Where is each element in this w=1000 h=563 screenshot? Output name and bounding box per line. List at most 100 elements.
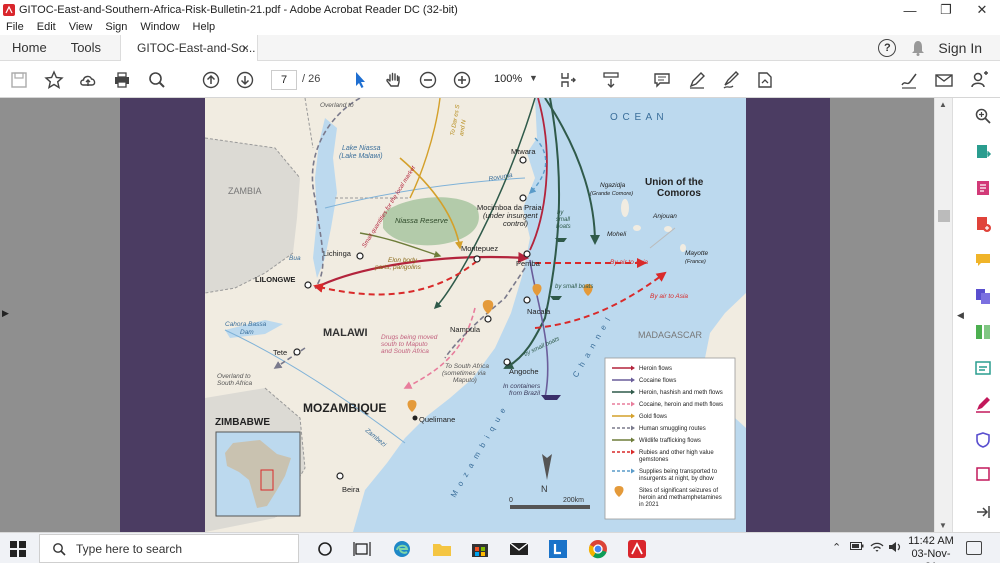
- system-clock[interactable]: 11:42 AM 03-Nov-21: [906, 535, 956, 563]
- label-by: by: [557, 210, 564, 216]
- legend-label: Cocaine, heroin and meth flows: [639, 402, 723, 408]
- protect-icon[interactable]: [973, 430, 993, 450]
- windows-taskbar: Type here to search ⌃ 11:42 AM 03-Nov-21: [0, 532, 1000, 563]
- scroll-mode-icon[interactable]: [600, 69, 622, 91]
- label-boats: boats: [556, 224, 571, 230]
- menu-bar: File Edit View Sign Window Help: [0, 19, 1000, 35]
- print-icon[interactable]: [111, 69, 133, 91]
- microsoft-store-icon[interactable]: [469, 538, 491, 560]
- restore-icon[interactable]: ❐: [928, 0, 964, 20]
- windows-start-icon[interactable]: [9, 540, 27, 558]
- label-overland-sa-2: South Africa: [217, 380, 253, 387]
- zoom-search-icon[interactable]: [973, 106, 993, 126]
- label-nacala: Nacala: [527, 307, 551, 316]
- label-grande-comore: (Grande Comore): [590, 191, 633, 197]
- page-number-input[interactable]: 7: [271, 70, 297, 90]
- label-mtwara: Mtwara: [511, 147, 536, 156]
- task-view-icon[interactable]: [351, 538, 373, 560]
- menu-sign[interactable]: Sign: [99, 21, 134, 33]
- create-pdf-icon[interactable]: [973, 214, 993, 234]
- highlight-pen-icon[interactable]: [686, 69, 708, 91]
- label-by-air-1: By air to Asia: [610, 259, 648, 266]
- legend-label: Human smuggling routes: [639, 426, 706, 432]
- battery-icon[interactable]: [850, 541, 864, 551]
- menu-window[interactable]: Window: [134, 21, 186, 33]
- taskbar-search-box[interactable]: Type here to search: [39, 534, 299, 563]
- wifi-icon[interactable]: [870, 541, 884, 553]
- clock-time: 11:42 AM: [908, 535, 954, 547]
- document-viewer[interactable]: ▶ O C E A N ZAMBIA MALAWI MOZAMBIQUE ZIM…: [0, 98, 952, 532]
- label-tete: Tete: [273, 348, 287, 357]
- menu-help[interactable]: Help: [187, 21, 223, 33]
- pemba-marker: [523, 250, 531, 258]
- tools-pane-collapse-icon[interactable]: ◀: [957, 310, 964, 321]
- export-pdf-icon[interactable]: [973, 142, 993, 162]
- chrome-icon[interactable]: [587, 538, 609, 560]
- organize-pages-icon[interactable]: [973, 322, 993, 342]
- zoom-out-icon[interactable]: [417, 69, 439, 91]
- more-tools-icon[interactable]: [973, 464, 993, 484]
- hand-tool-icon[interactable]: [383, 69, 405, 91]
- draw-freehand-icon[interactable]: [720, 69, 742, 91]
- quelimane-marker: [412, 415, 418, 421]
- tab-close-icon[interactable]: ×: [242, 35, 249, 61]
- volume-icon[interactable]: [888, 541, 902, 553]
- menu-file[interactable]: File: [0, 21, 31, 33]
- close-icon[interactable]: ✕: [964, 0, 1000, 20]
- combine-files-icon[interactable]: [973, 286, 993, 306]
- tete-marker: [293, 348, 301, 356]
- next-page-icon[interactable]: [234, 69, 256, 91]
- zoom-dropdown-caret-icon[interactable]: ▼: [529, 73, 538, 83]
- bookmark-star-icon[interactable]: [43, 69, 65, 91]
- scroll-up-icon[interactable]: ▲: [939, 100, 947, 109]
- edge-browser-icon[interactable]: [391, 538, 413, 560]
- sign-in-button[interactable]: Sign In: [938, 40, 982, 56]
- email-envelope-icon[interactable]: [933, 69, 955, 91]
- upload-cloud-icon[interactable]: [77, 69, 99, 91]
- label-quelimane: Quelimane: [419, 415, 455, 424]
- notifications-bell-icon[interactable]: [910, 40, 926, 56]
- acrobat-taskbar-icon[interactable]: [626, 538, 648, 560]
- tab-document[interactable]: GITOC-East-and-So... ×: [120, 35, 258, 62]
- menu-view[interactable]: View: [63, 21, 100, 33]
- sign-document-icon[interactable]: [898, 69, 920, 91]
- tab-bar: Home Tools GITOC-East-and-So... × ? Sign…: [0, 35, 1000, 62]
- lens-app-icon[interactable]: [547, 538, 569, 560]
- left-panel-toggle-icon[interactable]: ▶: [2, 308, 9, 319]
- vertical-scrollbar[interactable]: ▲ ▼: [934, 98, 952, 532]
- tab-tools[interactable]: Tools: [59, 35, 113, 61]
- cortana-icon[interactable]: [314, 538, 336, 560]
- help-icon[interactable]: ?: [878, 39, 897, 57]
- share-user-icon[interactable]: [968, 69, 990, 91]
- legend-label: Wildlife trafficking flows: [639, 438, 701, 444]
- label-containers: In containers: [503, 383, 541, 390]
- scroll-thumb[interactable]: [938, 210, 950, 222]
- scroll-down-icon[interactable]: ▼: [939, 521, 947, 530]
- previous-page-icon[interactable]: [200, 69, 222, 91]
- expand-panel-icon[interactable]: [973, 502, 993, 522]
- find-text-icon[interactable]: [146, 69, 168, 91]
- notifications-icon[interactable]: [966, 541, 982, 555]
- tab-home[interactable]: Home: [0, 35, 59, 61]
- save-icon[interactable]: [8, 69, 30, 91]
- minimize-icon[interactable]: —: [892, 0, 928, 20]
- file-explorer-icon[interactable]: [431, 538, 453, 560]
- zoom-in-icon[interactable]: [451, 69, 473, 91]
- select-cursor-icon[interactable]: [349, 69, 371, 91]
- comment-tool-icon[interactable]: [973, 250, 993, 270]
- label-comoros-1: Union of the: [645, 177, 704, 188]
- comment-icon[interactable]: [651, 69, 673, 91]
- trafficking-map: O C E A N ZAMBIA MALAWI MOZAMBIQUE ZIMBA…: [205, 98, 746, 532]
- label-containers-2: from Brazil: [509, 390, 541, 397]
- zoom-level-select[interactable]: 100%: [494, 73, 522, 85]
- fill-sign-icon[interactable]: [754, 69, 776, 91]
- fill-sign-tool-icon[interactable]: [973, 394, 993, 414]
- redact-icon[interactable]: [973, 358, 993, 378]
- edit-pdf-icon[interactable]: [973, 178, 993, 198]
- show-hidden-icons-icon[interactable]: ⌃: [832, 541, 841, 554]
- page-display-icon[interactable]: [558, 69, 580, 91]
- menu-edit[interactable]: Edit: [31, 21, 63, 33]
- mail-icon[interactable]: [508, 538, 530, 560]
- label-elon-body-2: parts, pangolins: [374, 264, 422, 271]
- label-lilongwe: LILONGWE: [255, 275, 295, 284]
